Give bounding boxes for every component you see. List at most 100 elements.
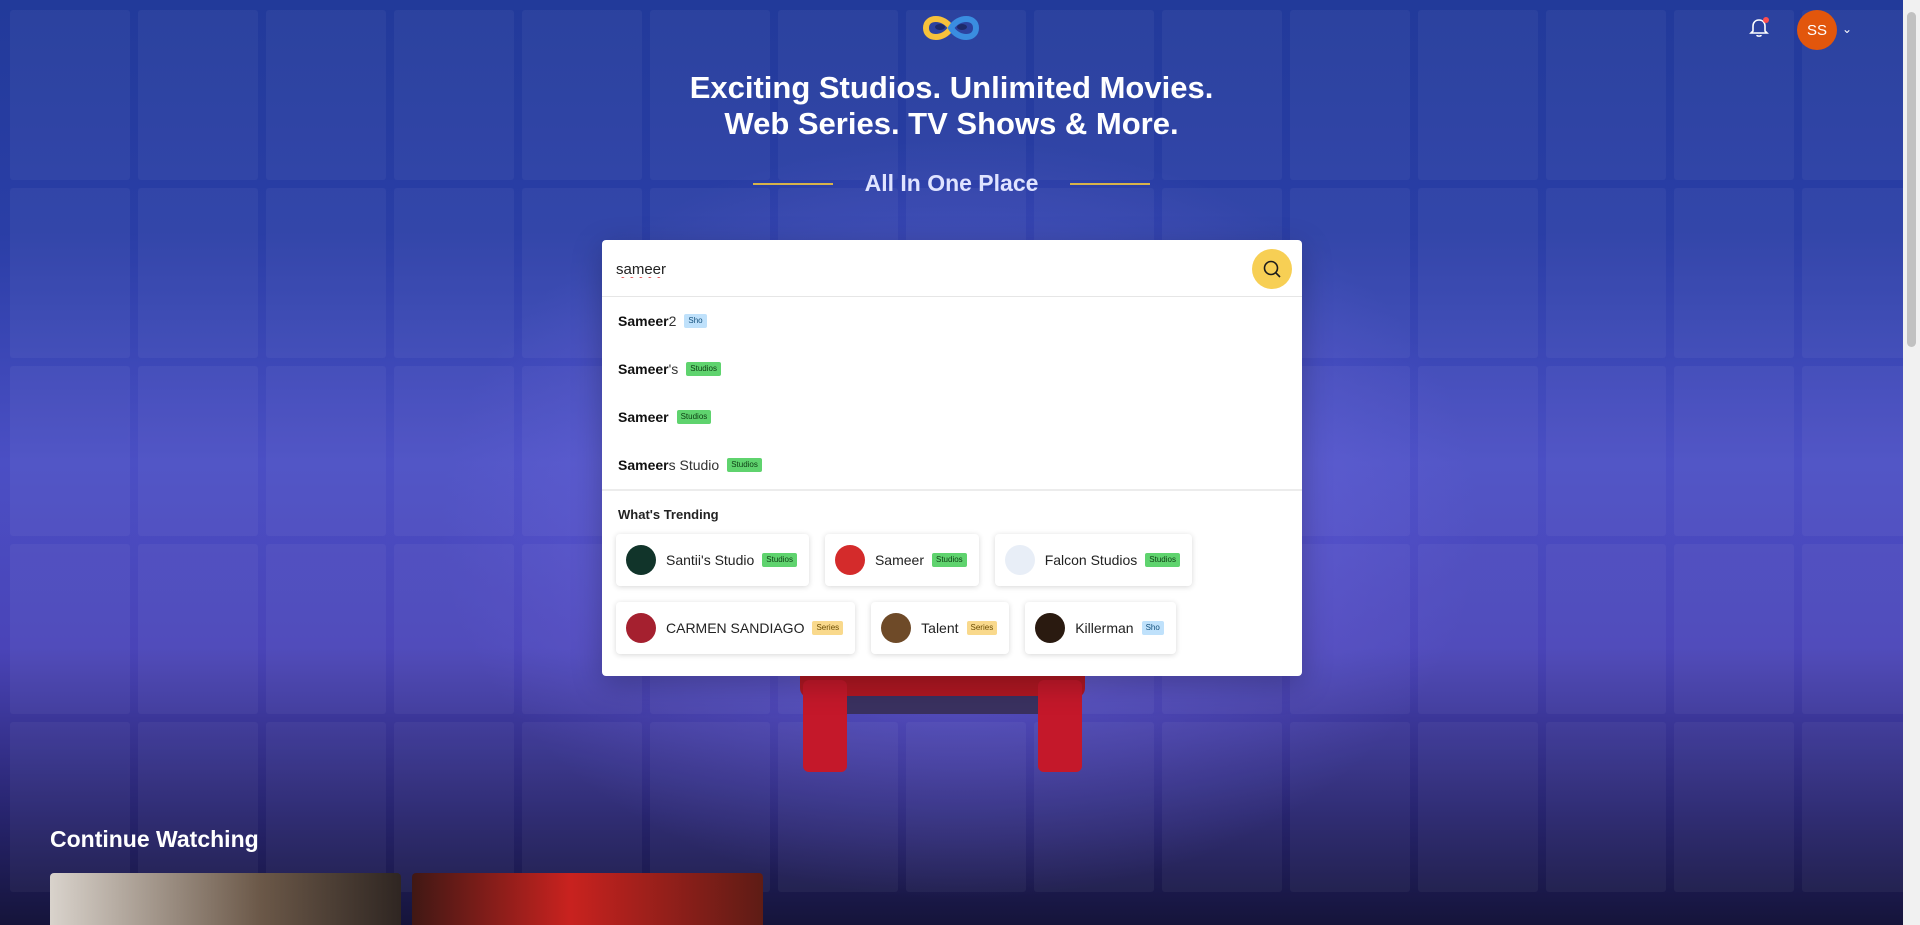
poster-tile: [138, 188, 258, 358]
trending-label: Talent: [921, 620, 959, 636]
trending-chip[interactable]: Sameer Studios: [824, 534, 979, 586]
notification-dot: [1763, 17, 1769, 23]
trending-chip[interactable]: Killerman Sho: [1025, 602, 1176, 654]
suggestion-item[interactable]: Sameer's Studios: [602, 345, 1302, 393]
continue-watching-card[interactable]: [412, 873, 763, 925]
poster-tile: [266, 722, 386, 892]
chevron-down-icon[interactable]: ⌄: [1842, 22, 1852, 36]
poster-tile: [1418, 722, 1538, 892]
hero-headline: Exciting Studios. Unlimited Movies. Web …: [0, 70, 1903, 142]
poster-tile: [10, 722, 130, 892]
trending-thumbnail: [1004, 545, 1035, 575]
trending-label: CARMEN SANDIAGO: [666, 620, 805, 636]
suggestion-match: Sameer: [618, 313, 669, 329]
suggestion-match: Sameer: [618, 361, 669, 377]
search-row: [602, 240, 1302, 297]
poster-tile: [138, 722, 258, 892]
trending-tag: Series: [966, 621, 998, 635]
trending-title: What's Trending: [618, 507, 719, 522]
poster-tile: [1290, 722, 1410, 892]
poster-tile: [1674, 722, 1794, 892]
poster-tile: [1290, 366, 1410, 536]
poster-tile: [1802, 188, 1903, 358]
page-scrollbar[interactable]: [1903, 0, 1920, 925]
continue-watching-title: Continue Watching: [50, 826, 259, 852]
headline-line-2: Web Series. TV Shows & More.: [724, 106, 1179, 141]
suggestion-tag: Studios: [686, 362, 721, 376]
trending-list: Santii's Studio Studios Sameer Studios Falco…: [602, 522, 1242, 654]
poster-tile: [1418, 544, 1538, 714]
search-input[interactable]: [616, 254, 1216, 284]
poster-tile: [1674, 544, 1794, 714]
trending-chip[interactable]: Santii's Studio Studios: [616, 534, 809, 586]
trending-thumbnail: [1035, 613, 1066, 643]
user-avatar[interactable]: SS: [1797, 10, 1837, 50]
trending-tag: Studios: [932, 553, 967, 567]
suggestion-match: Sameer: [618, 409, 669, 425]
trending-tag: Series: [812, 621, 844, 635]
poster-tile: [1162, 722, 1282, 892]
poster-tile: [10, 366, 130, 536]
trending-thumbnail: [626, 613, 656, 643]
tagline-divider-left: [752, 182, 833, 185]
poster-tile: [1674, 366, 1794, 536]
infinity-eyes-logo[interactable]: [920, 10, 982, 46]
trending-chip[interactable]: Talent Series: [871, 602, 1010, 654]
suggestion-list: Sameer 2 Sho Sameer's Studios Sameer Studios Sa…: [602, 297, 1302, 491]
poster-tile: [1802, 722, 1903, 892]
poster-tile: [394, 722, 514, 892]
poster-tile: [266, 366, 386, 536]
bell-icon[interactable]: [1748, 17, 1770, 39]
poster-tile: [1546, 188, 1666, 358]
suggestion-rest: 's: [668, 361, 679, 377]
trending-chip[interactable]: CARMEN SANDIAGO Series: [616, 602, 856, 654]
search-panel: Sameer2ShoSameer'sStudiosSameerStudiosSa…: [602, 240, 1302, 676]
suggestion-tag: Sho: [684, 314, 707, 328]
trending-label: Falcon Studios: [1044, 552, 1138, 568]
poster-tile: [1290, 544, 1410, 714]
poster-tile: [650, 722, 770, 892]
search-icon: [1263, 260, 1281, 278]
poster-tile: [1802, 544, 1903, 714]
poster-tile: [1674, 188, 1794, 358]
poster-tile: [522, 722, 642, 892]
poster-tile: [1546, 544, 1666, 714]
poster-tile: [138, 366, 258, 536]
trending-label: Santii's Studio: [666, 552, 755, 568]
suggestion-tag: Studios: [727, 458, 762, 472]
poster-tile: [266, 544, 386, 714]
poster-tile: [1418, 366, 1538, 536]
poster-tile: [394, 366, 514, 536]
trending-chip[interactable]: Falcon Studios Studios: [994, 534, 1192, 586]
poster-tile: [10, 188, 130, 358]
trending-label: Sameer: [874, 552, 924, 568]
trending-thumbnail: [881, 613, 912, 643]
poster-tile: [394, 544, 514, 714]
poster-tile: [266, 188, 386, 358]
poster-tile: [1546, 366, 1666, 536]
suggestion-item[interactable]: Sameer 2 Sho: [602, 297, 1302, 345]
search-button[interactable]: [1252, 249, 1292, 289]
tagline-row: All In One Place: [0, 170, 1903, 197]
trending-tag: Studios: [762, 553, 797, 567]
poster-tile: [1802, 366, 1903, 536]
top-bar: SS ⌄: [0, 0, 1903, 58]
trending-label: Killerman: [1075, 620, 1134, 636]
continue-watching-card[interactable]: [50, 873, 401, 925]
poster-tile: [1418, 188, 1538, 358]
suggestion-tag: Studios: [676, 410, 712, 424]
poster-tile: [138, 544, 258, 714]
trending-thumbnail: [626, 545, 656, 575]
headline-line-1: Exciting Studios. Unlimited Movies.: [689, 70, 1214, 105]
suggestion-item[interactable]: Sameer s Studio Studios: [602, 441, 1302, 489]
trending-tag: Studios: [1145, 553, 1180, 567]
tagline-divider-right: [1070, 182, 1151, 185]
suggestion-rest: 2: [668, 313, 677, 329]
suggestion-item[interactable]: Sameer Studios: [602, 393, 1302, 441]
poster-tile: [10, 544, 130, 714]
trending-tag: Sho: [1141, 621, 1164, 635]
tagline: All In One Place: [864, 170, 1039, 196]
scrollbar-thumb[interactable]: [1907, 12, 1916, 347]
poster-tile: [1290, 188, 1410, 358]
suggestion-match: Sameer: [618, 457, 669, 473]
